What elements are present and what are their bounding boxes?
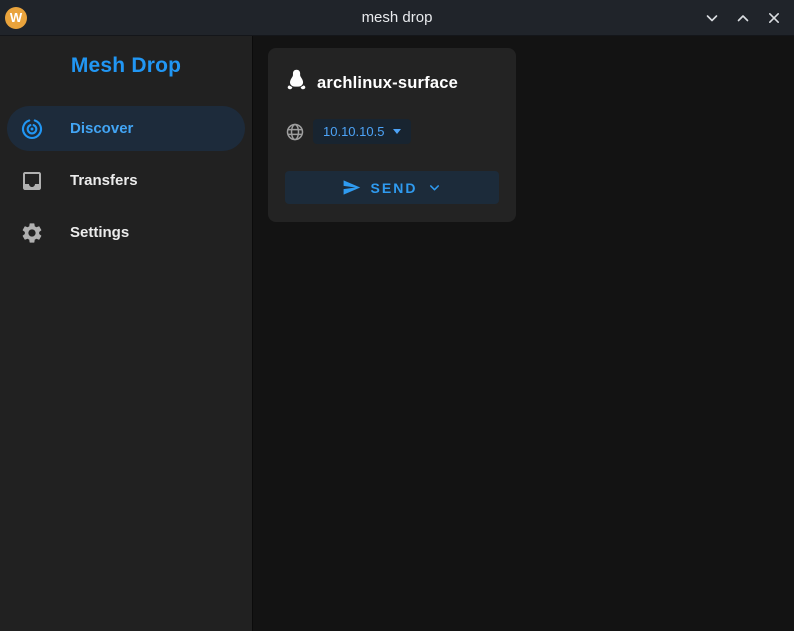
close-button[interactable] xyxy=(762,6,786,30)
device-header: archlinux-surface xyxy=(285,68,499,99)
sidebar-item-label: Discover xyxy=(70,120,133,137)
caret-down-icon xyxy=(393,129,401,134)
discover-panel: archlinux-surface 10.10.10.5 xyxy=(253,36,794,631)
address-dropdown[interactable]: 10.10.10.5 xyxy=(313,119,411,144)
gear-icon xyxy=(20,221,44,245)
sidebar: Mesh Drop Discover xyxy=(0,36,253,631)
sidebar-item-transfers[interactable]: Transfers xyxy=(7,158,245,203)
chevron-up-icon xyxy=(736,11,750,25)
sidebar-item-label: Settings xyxy=(70,224,129,241)
device-name: archlinux-surface xyxy=(317,74,458,93)
titlebar: W mesh drop xyxy=(0,0,794,36)
app-title: Mesh Drop xyxy=(0,54,252,78)
sidebar-item-label: Transfers xyxy=(70,172,138,189)
send-icon xyxy=(342,178,361,197)
window-controls xyxy=(700,6,786,30)
sidebar-nav: Discover Transfers xyxy=(0,106,252,255)
device-card: archlinux-surface 10.10.10.5 xyxy=(268,48,516,222)
inbox-icon xyxy=(20,169,44,193)
device-address-row: 10.10.10.5 xyxy=(285,119,499,144)
send-button[interactable]: SEND xyxy=(285,171,499,204)
close-icon xyxy=(767,11,781,25)
window-title: mesh drop xyxy=(0,9,794,26)
radar-spiral-icon xyxy=(20,117,44,141)
minimize-button[interactable] xyxy=(700,6,724,30)
chevron-down-icon xyxy=(705,11,719,25)
address-value: 10.10.10.5 xyxy=(323,124,384,139)
app-window: W mesh drop Mesh Drop xyxy=(0,0,794,631)
app-logo-letter: W xyxy=(10,11,22,24)
maximize-button[interactable] xyxy=(731,6,755,30)
app-logo-icon: W xyxy=(5,7,27,29)
sidebar-item-discover[interactable]: Discover xyxy=(7,106,245,151)
linux-penguin-icon xyxy=(285,68,308,99)
globe-icon xyxy=(285,122,305,142)
chevron-down-icon xyxy=(427,180,442,195)
sidebar-item-settings[interactable]: Settings xyxy=(7,210,245,255)
send-label: SEND xyxy=(371,180,418,196)
window-body: Mesh Drop Discover xyxy=(0,36,794,631)
